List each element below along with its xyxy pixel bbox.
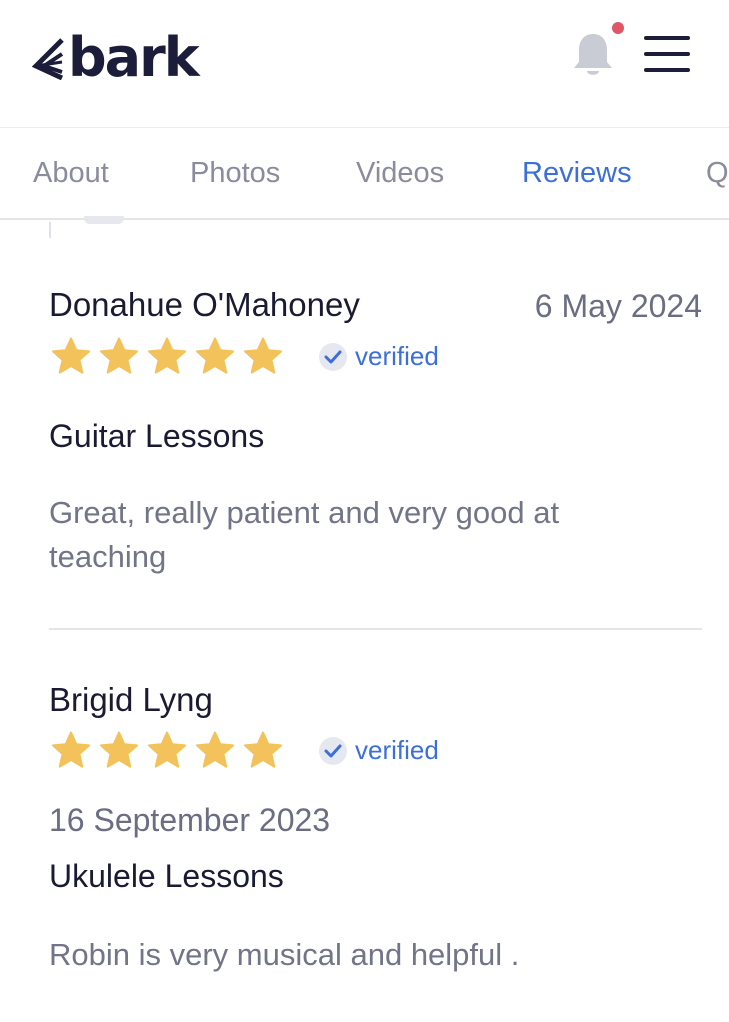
tab-label: Reviews bbox=[522, 157, 632, 189]
review-date: 16 September 2023 bbox=[49, 802, 331, 838]
bark-logo[interactable]: bark bbox=[32, 26, 200, 89]
star-icon bbox=[52, 337, 90, 374]
active-tab-indicator bbox=[522, 218, 632, 220]
star-icon bbox=[244, 731, 282, 768]
check-icon bbox=[319, 342, 347, 371]
reviewer-name: Donahue O'Mahoney bbox=[49, 286, 360, 323]
hamburger-menu-icon[interactable] bbox=[644, 36, 690, 72]
star-icon bbox=[52, 731, 90, 768]
previous-content-edge bbox=[84, 216, 124, 224]
bark-logo-mark-icon bbox=[32, 38, 64, 80]
tab-label: Videos bbox=[356, 157, 445, 189]
tab-label: About bbox=[33, 157, 109, 189]
review-date: 6 May 2024 bbox=[534, 288, 702, 324]
notification-dot bbox=[612, 22, 624, 34]
star-icon bbox=[196, 731, 234, 768]
star-icon bbox=[100, 337, 138, 374]
verified-badge: verified bbox=[319, 341, 439, 372]
bell-icon[interactable] bbox=[570, 30, 616, 80]
profile-tabs: About Photos Videos Reviews Q bbox=[0, 128, 729, 220]
review-text: Great, really patient and very good at t… bbox=[49, 495, 560, 574]
tab-videos[interactable]: Videos bbox=[356, 128, 445, 218]
tab-about[interactable]: About bbox=[33, 128, 109, 218]
previous-content-edge bbox=[49, 222, 51, 238]
service-title: Guitar Lessons bbox=[49, 418, 265, 454]
review-divider bbox=[49, 628, 702, 630]
tab-label: Q bbox=[706, 157, 729, 189]
verified-label: verified bbox=[355, 341, 439, 371]
star-icon bbox=[196, 337, 234, 374]
star-icon bbox=[148, 337, 186, 374]
star-rating bbox=[51, 337, 283, 375]
check-icon bbox=[319, 736, 347, 765]
tab-reviews[interactable]: Reviews bbox=[522, 128, 632, 220]
star-icon bbox=[148, 731, 186, 768]
bark-logo-text: bark bbox=[68, 26, 200, 89]
verified-badge: verified bbox=[319, 735, 439, 766]
tab-more[interactable]: Q bbox=[706, 128, 729, 218]
app-header: bark bbox=[0, 0, 729, 128]
star-icon bbox=[100, 731, 138, 768]
tab-label: Photos bbox=[190, 157, 281, 189]
review-text: Robin is very musical and helpful . bbox=[49, 937, 520, 972]
reviewer-name: Brigid Lyng bbox=[49, 681, 213, 718]
star-rating bbox=[51, 731, 283, 769]
star-icon bbox=[244, 337, 282, 374]
verified-label: verified bbox=[355, 735, 439, 765]
tab-photos[interactable]: Photos bbox=[190, 128, 281, 218]
service-title: Ukulele Lessons bbox=[49, 858, 284, 894]
